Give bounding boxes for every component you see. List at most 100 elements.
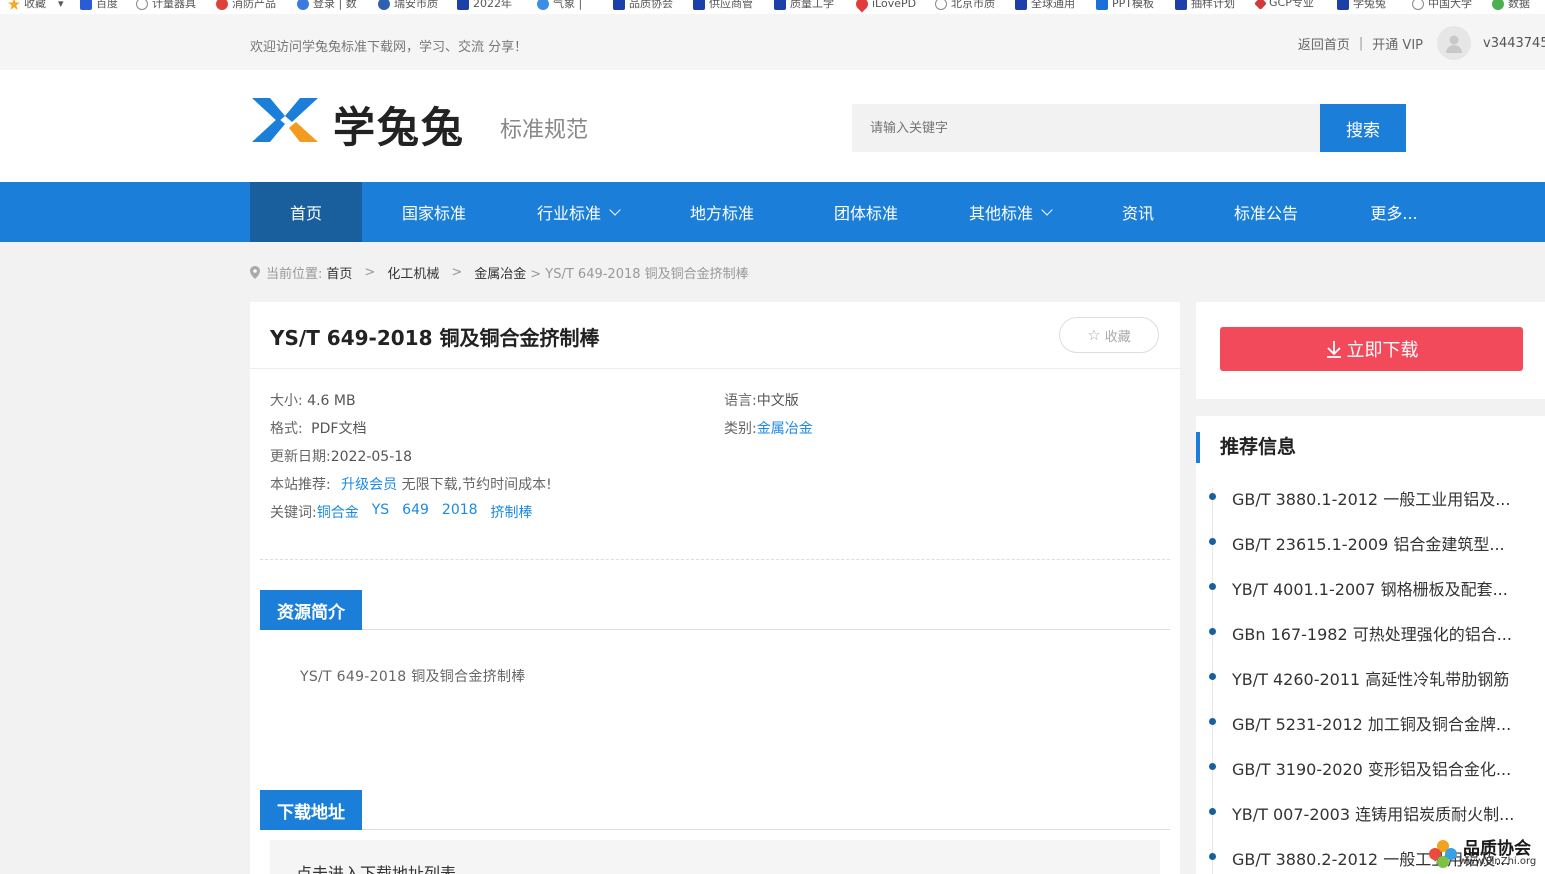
bookmark-item[interactable]: 学兔兔 bbox=[1337, 0, 1386, 10]
recommend-item[interactable]: GBn 167-1982 可热处理强化的铝合... bbox=[1232, 621, 1512, 645]
recommend-item[interactable]: YB/T 4001.1-2007 钢格栅板及配套... bbox=[1232, 576, 1508, 600]
nav-other-standards[interactable]: 其他标准 bbox=[938, 182, 1082, 242]
bookmark-icon bbox=[537, 0, 549, 10]
globe-icon bbox=[1412, 0, 1424, 10]
logo-icon[interactable] bbox=[252, 98, 318, 146]
format-value: PDF文档 bbox=[311, 421, 367, 437]
bookmark-item[interactable]: 抽样计划 bbox=[1175, 0, 1235, 10]
recommend-item[interactable]: YB/T 007-2003 连铸用铝炭质耐火制... bbox=[1232, 801, 1514, 825]
bookmark-icon bbox=[378, 0, 390, 10]
upgrade-member-link[interactable]: 升级会员 bbox=[341, 477, 397, 493]
heart-icon bbox=[853, 0, 871, 13]
keyword-tag[interactable]: 2018 bbox=[442, 502, 478, 522]
bookmark-item[interactable]: 全球通用 bbox=[1015, 0, 1075, 10]
nav-group-standards[interactable]: 团体标准 bbox=[794, 182, 938, 242]
welcome-text: 欢迎访问学兔兔标准下载网，学习、交流 分享！ bbox=[250, 40, 528, 55]
breadcrumb-subcategory[interactable]: 金属冶金 bbox=[474, 263, 526, 282]
page-title: YS/T 649-2018 铜及铜合金挤制棒 bbox=[270, 326, 600, 350]
download-button[interactable]: 立即下载 bbox=[1220, 327, 1523, 371]
breadcrumb-category[interactable]: 化工机械 bbox=[387, 263, 439, 282]
bookmarks-bar: 收藏 ▾ 百度 计量器具 消防产品 登录 | 数 瑞安市质 2022年 气象 | … bbox=[0, 0, 1545, 14]
bookmark-item[interactable]: 供应商管 bbox=[693, 0, 753, 10]
bookmark-icon bbox=[1254, 0, 1267, 10]
bookmark-item[interactable]: 北京市质 bbox=[935, 0, 995, 10]
bookmark-item[interactable]: 计量器具 bbox=[136, 0, 196, 10]
bookmark-item[interactable]: iLovePD bbox=[853, 0, 916, 13]
recommend-item[interactable]: YB/T 4260-2011 高延性冷轧带肋钢筋 bbox=[1232, 666, 1509, 690]
username[interactable]: v3443745 bbox=[1483, 36, 1545, 51]
info-recommend: 本站推荐: 升级会员 无限下载,节约时间成本! bbox=[270, 477, 552, 493]
flower-logo-icon bbox=[1429, 840, 1457, 868]
nav-home[interactable]: 首页 bbox=[250, 182, 362, 242]
bookmark-item[interactable]: 质量工学 bbox=[774, 0, 834, 10]
recommend-item[interactable]: GB/T 3880.1-2012 一般工业用铝及... bbox=[1232, 486, 1510, 510]
main-nav: 首页 国家标准 行业标准 地方标准 团体标准 其他标准 资讯 标准公告 更多..… bbox=[0, 182, 1545, 242]
bookmark-icon bbox=[613, 0, 625, 10]
vip-link[interactable]: 开通 VIP bbox=[1372, 34, 1423, 53]
nav-announcements[interactable]: 标准公告 bbox=[1194, 182, 1338, 242]
divider: | bbox=[1358, 35, 1364, 51]
site-header: 学兔兔 标准规范 搜索 bbox=[0, 70, 1545, 182]
timeline-dot bbox=[1209, 673, 1216, 680]
download-list-link[interactable]: 点击进入下载地址列表 bbox=[270, 840, 1160, 874]
search-button[interactable]: 搜索 bbox=[1320, 104, 1406, 152]
timeline-dot bbox=[1209, 853, 1216, 860]
favorite-label: 收藏 bbox=[1104, 329, 1131, 345]
favorite-button[interactable]: ☆ 收藏 bbox=[1059, 317, 1159, 353]
document-card: YS/T 649-2018 铜及铜合金挤制棒 ☆ 收藏 大小: 4.6 MB 格… bbox=[250, 302, 1180, 874]
keyword-tag[interactable]: YS bbox=[372, 502, 389, 522]
breadcrumb-home[interactable]: 首页 bbox=[326, 263, 352, 282]
bookmark-icon bbox=[1096, 0, 1108, 10]
bookmark-item[interactable]: GCP专业 bbox=[1254, 0, 1314, 10]
bookmark-item[interactable]: 品质协会 bbox=[613, 0, 673, 10]
bookmark-item[interactable]: 消防产品 bbox=[216, 0, 276, 10]
nav-more[interactable]: 更多... bbox=[1338, 182, 1450, 242]
bookmark-icon bbox=[1175, 0, 1187, 10]
bookmark-icon bbox=[216, 0, 228, 10]
nav-label: 资讯 bbox=[1121, 204, 1154, 223]
bookmark-item[interactable]: 2022年 bbox=[457, 0, 512, 10]
info-language: 语言:中文版 bbox=[724, 393, 799, 409]
nav-national-standards[interactable]: 国家标准 bbox=[362, 182, 506, 242]
timeline-dot bbox=[1209, 493, 1216, 500]
size-value: 4.6 MB bbox=[307, 393, 356, 409]
recommend-item[interactable]: GB/T 23615.1-2009 铝合金建筑型... bbox=[1232, 531, 1505, 555]
nav-news[interactable]: 资讯 bbox=[1082, 182, 1194, 242]
bookmark-item[interactable]: 数据 bbox=[1492, 0, 1530, 10]
bookmark-item[interactable]: 瑞安市质 bbox=[378, 0, 438, 10]
keyword-tag[interactable]: 649 bbox=[402, 502, 429, 522]
bookmark-item[interactable]: 百度 bbox=[80, 0, 118, 10]
nav-label: 国家标准 bbox=[401, 204, 466, 223]
timeline-dot bbox=[1209, 538, 1216, 545]
logo-text[interactable]: 学兔兔 bbox=[333, 94, 465, 155]
intro-section-header: 资源简介 bbox=[260, 590, 1170, 630]
breadcrumb-separator: > bbox=[451, 265, 463, 280]
avatar[interactable] bbox=[1437, 26, 1471, 60]
watermark-url: www.PinZhi.org bbox=[1459, 856, 1537, 867]
keyword-tag[interactable]: 铜合金 bbox=[317, 502, 359, 522]
bookmark-item[interactable]: 登录 | 数 bbox=[297, 0, 357, 10]
bookmark-favorites[interactable]: 收藏 ▾ bbox=[8, 0, 64, 10]
nav-label: 行业标准 bbox=[536, 204, 601, 223]
search-input[interactable] bbox=[852, 104, 1320, 152]
nav-local-standards[interactable]: 地方标准 bbox=[650, 182, 794, 242]
recommend-panel: 推荐信息 GB/T 3880.1-2012 一般工业用铝及... GB/T 23… bbox=[1196, 416, 1545, 874]
breadcrumb-separator: > bbox=[364, 265, 376, 280]
nav-label: 其他标准 bbox=[968, 204, 1033, 223]
recommend-text: 无限下载,节约时间成本! bbox=[401, 477, 552, 493]
location-pin-icon bbox=[250, 266, 260, 279]
star-icon bbox=[8, 0, 20, 10]
bookmark-item[interactable]: PPT模板 bbox=[1096, 0, 1154, 10]
breadcrumb: 当前位置: 首页 > 化工机械 > 金属冶金 > YS/T 649-2018 铜… bbox=[250, 263, 749, 282]
recommend-item[interactable]: GB/T 5231-2012 加工铜及铜合金牌... bbox=[1232, 711, 1511, 735]
bookmark-item[interactable]: 气象 | bbox=[537, 0, 582, 10]
recommend-item[interactable]: GB/T 3190-2020 变形铝及铝合金化... bbox=[1232, 756, 1511, 780]
bookmark-icon bbox=[1337, 0, 1349, 10]
nav-industry-standards[interactable]: 行业标准 bbox=[506, 182, 650, 242]
bookmark-icon bbox=[693, 0, 705, 10]
bookmark-item[interactable]: 中国大学 bbox=[1412, 0, 1472, 10]
keyword-tag[interactable]: 挤制棒 bbox=[491, 502, 533, 522]
home-link[interactable]: 返回首页 bbox=[1298, 34, 1350, 53]
user-links: 返回首页 | 开通 VIP v3443745 bbox=[1298, 26, 1545, 60]
category-link[interactable]: 金属冶金 bbox=[757, 421, 813, 437]
